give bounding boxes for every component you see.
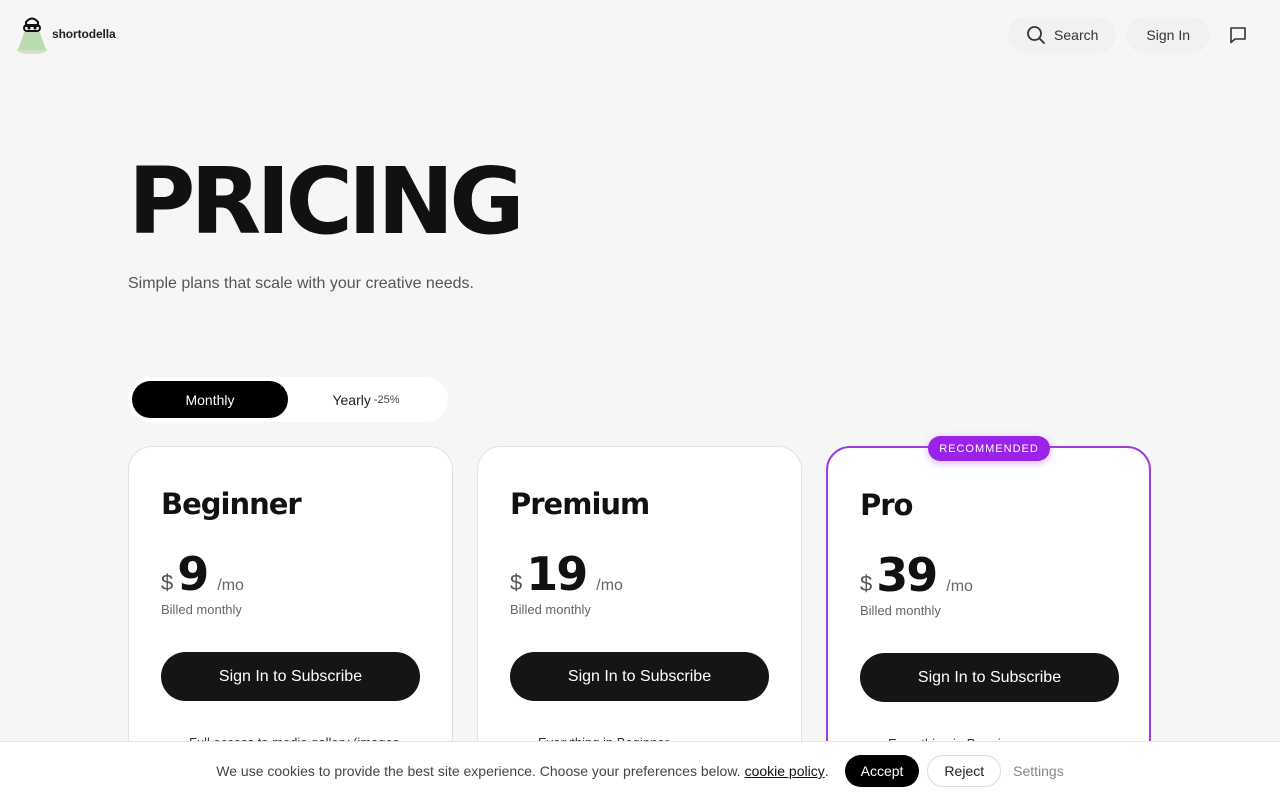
yearly-discount-badge: -25% — [373, 393, 400, 406]
chat-button[interactable] — [1220, 17, 1256, 53]
price-amount: 9 — [177, 547, 209, 601]
cookie-settings-button[interactable]: Settings — [1013, 763, 1064, 779]
toggle-yearly[interactable]: Yearly -25% — [288, 381, 444, 418]
logo-text: shortodella — [52, 27, 116, 41]
logo[interactable]: shortodella — [16, 16, 116, 54]
recommended-badge: RECOMMENDED — [928, 436, 1050, 461]
plan-price: $ 19 /mo — [510, 547, 623, 601]
billing-note: Billed monthly — [860, 603, 941, 618]
price-period: /mo — [217, 577, 244, 594]
reject-button[interactable]: Reject — [927, 755, 1002, 787]
sign-in-button[interactable]: Sign In — [1126, 17, 1210, 53]
plan-name: Pro — [860, 488, 913, 522]
cookie-banner: We use cookies to provide the best site … — [0, 741, 1280, 800]
plan-price: $ 9 /mo — [161, 547, 244, 601]
plan-price: $ 39 /mo — [860, 548, 973, 602]
price-period: /mo — [946, 578, 973, 595]
plan-name: Beginner — [161, 487, 302, 521]
price-amount: 39 — [876, 548, 938, 602]
subscribe-button-pro[interactable]: Sign In to Subscribe — [860, 653, 1119, 702]
search-icon — [1027, 26, 1045, 44]
cookie-period: . — [824, 763, 829, 779]
chat-icon — [1230, 27, 1246, 44]
toggle-monthly[interactable]: Monthly — [132, 381, 288, 418]
page-subtitle: Simple plans that scale with your creati… — [128, 275, 474, 292]
price-period: /mo — [596, 577, 623, 594]
page-title: PRICING — [128, 148, 525, 255]
billing-note: Billed monthly — [161, 602, 242, 617]
plan-card-pro: Pro $ 39 /mo Billed monthly Sign In to S… — [826, 446, 1151, 786]
logo-icon — [16, 16, 48, 54]
plan-name: Premium — [510, 487, 650, 521]
accept-button[interactable]: Accept — [844, 755, 920, 787]
billing-note: Billed monthly — [510, 602, 591, 617]
toggle-yearly-label: Yearly — [332, 391, 371, 408]
price-currency: $ — [510, 570, 523, 595]
cookie-text: We use cookies to provide the best site … — [216, 763, 741, 779]
search-button[interactable]: Search — [1008, 17, 1117, 53]
subscribe-button-premium[interactable]: Sign In to Subscribe — [510, 652, 769, 701]
header: shortodella Search Sign In — [0, 0, 1280, 68]
subscribe-button-beginner[interactable]: Sign In to Subscribe — [161, 652, 420, 701]
price-currency: $ — [161, 570, 174, 595]
search-label: Search — [1054, 27, 1099, 43]
plan-card-premium: Premium $ 19 /mo Billed monthly Sign In … — [477, 446, 802, 786]
plan-card-beginner: Beginner $ 9 /mo Billed monthly Sign In … — [128, 446, 453, 786]
price-amount: 19 — [526, 547, 588, 601]
top-nav: Search Sign In — [1008, 17, 1256, 53]
billing-toggle: Monthly Yearly -25% — [128, 377, 448, 422]
price-currency: $ — [860, 571, 873, 596]
cookie-policy-link[interactable]: cookie policy — [745, 763, 825, 779]
